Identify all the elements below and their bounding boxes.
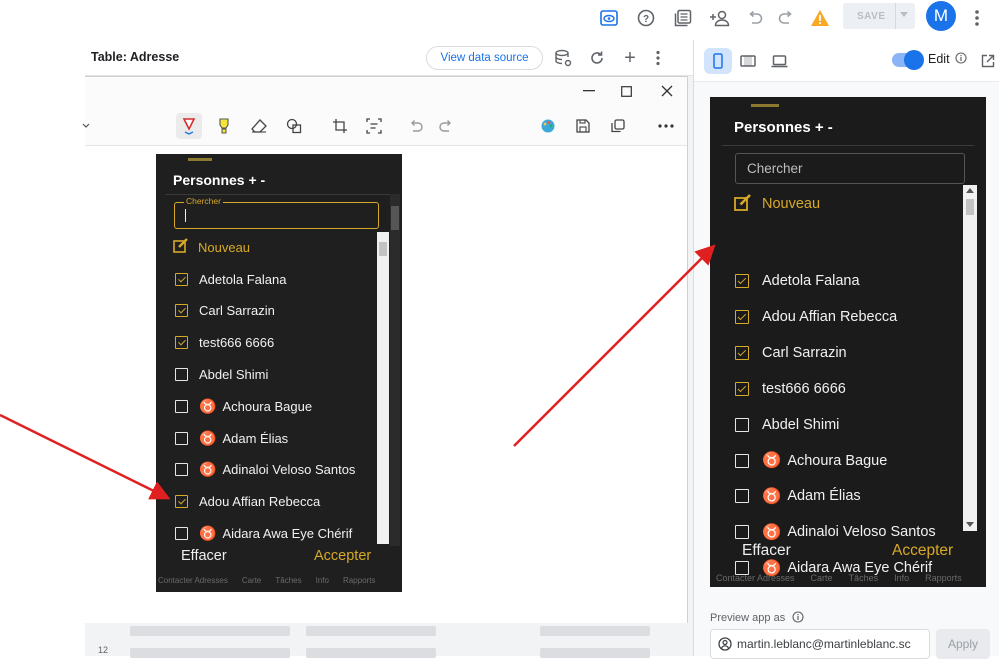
arrow-right xyxy=(513,244,716,447)
annotation-arrows xyxy=(0,244,716,500)
arrow-left xyxy=(0,413,171,500)
